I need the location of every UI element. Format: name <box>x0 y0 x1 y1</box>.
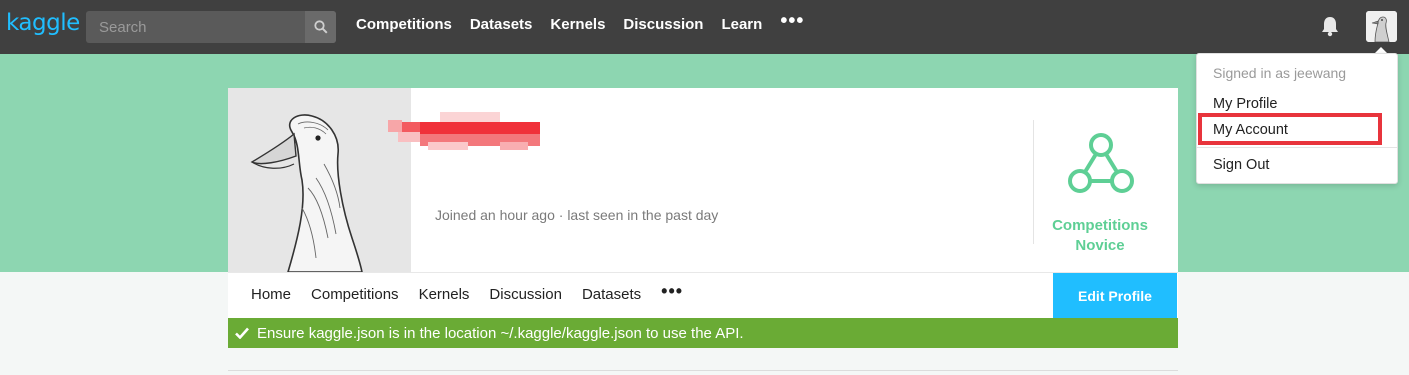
user-avatar-button[interactable] <box>1366 11 1397 42</box>
tab-kernels[interactable]: Kernels <box>419 286 470 303</box>
tab-discussion[interactable]: Discussion <box>489 286 562 303</box>
card-divider <box>1033 120 1034 244</box>
menu-sign-out[interactable]: Sign Out <box>1213 157 1269 173</box>
redacted-username <box>388 112 540 150</box>
search-button[interactable] <box>305 11 336 43</box>
profile-tabs: Home Competitions Kernels Discussion Dat… <box>251 281 683 303</box>
tier-category: Competitions <box>1052 217 1148 234</box>
content-divider <box>228 370 1178 371</box>
tier-level: Novice <box>1075 237 1125 254</box>
top-nav-bar: kaggle Competitions Datasets Kernels Dis… <box>0 0 1409 54</box>
search-input[interactable] <box>86 11 304 43</box>
signed-in-label: Signed in as jeewang <box>1213 65 1347 81</box>
search-box <box>86 11 336 43</box>
goose-avatar-icon <box>1366 11 1397 42</box>
tabs-more-icon[interactable]: ••• <box>661 281 683 303</box>
tab-datasets[interactable]: Datasets <box>582 286 641 303</box>
goose-illustration <box>228 88 411 272</box>
nav-datasets[interactable]: Datasets <box>470 16 533 33</box>
nav-kernels[interactable]: Kernels <box>550 16 605 33</box>
nav-discussion[interactable]: Discussion <box>623 16 703 33</box>
profile-photo <box>228 88 411 272</box>
nav-learn[interactable]: Learn <box>721 16 762 33</box>
banner-text: Ensure kaggle.json is in the location ~/… <box>257 324 744 342</box>
tab-home[interactable]: Home <box>251 286 291 303</box>
main-nav: Competitions Datasets Kernels Discussion… <box>356 10 804 33</box>
kaggle-logo[interactable]: kaggle <box>6 10 80 36</box>
menu-separator <box>1197 147 1397 148</box>
search-icon <box>313 20 328 34</box>
api-success-banner: Ensure kaggle.json is in the location ~/… <box>228 318 1178 348</box>
my-account-highlight <box>1198 113 1382 145</box>
joined-info: Joined an hour ago · last seen in the pa… <box>435 207 719 223</box>
edit-profile-button[interactable]: Edit Profile <box>1053 273 1177 318</box>
notifications-button[interactable] <box>1319 15 1341 42</box>
tab-competitions[interactable]: Competitions <box>311 286 399 303</box>
nav-more-icon[interactable]: ••• <box>780 10 804 33</box>
tier-label: Competitions Novice <box>1040 216 1160 256</box>
menu-my-profile[interactable]: My Profile <box>1213 96 1277 112</box>
profile-tabs-bar: Home Competitions Kernels Discussion Dat… <box>228 272 1178 318</box>
profile-card: Joined an hour ago · last seen in the pa… <box>228 88 1178 318</box>
checkmark-icon <box>235 327 249 339</box>
competitions-tier-icon <box>1068 133 1134 193</box>
nav-competitions[interactable]: Competitions <box>356 16 452 33</box>
bell-icon <box>1322 17 1338 37</box>
